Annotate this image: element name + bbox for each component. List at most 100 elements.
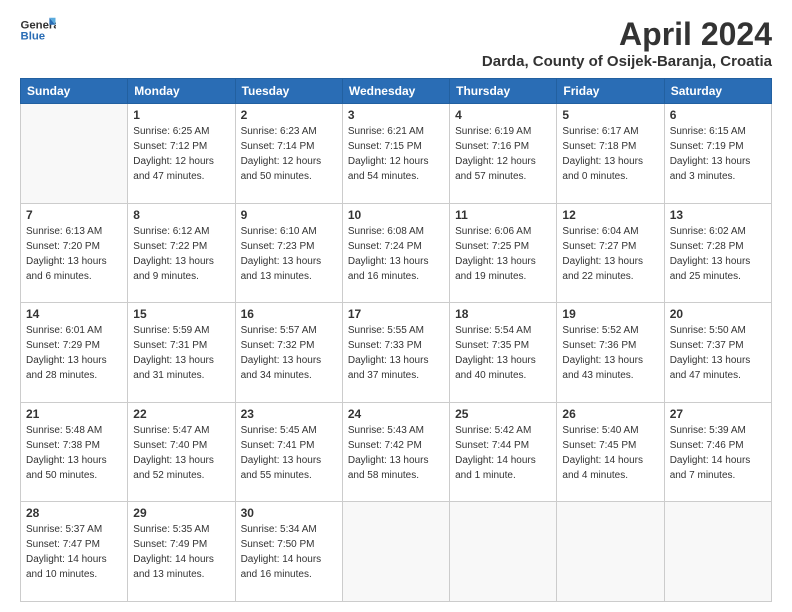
calendar-day	[342, 502, 449, 602]
day-number: 9	[241, 208, 337, 222]
calendar-day: 16Sunrise: 5:57 AMSunset: 7:32 PMDayligh…	[235, 303, 342, 403]
day-number: 25	[455, 407, 551, 421]
day-info: Sunrise: 5:35 AMSunset: 7:49 PMDaylight:…	[133, 522, 229, 582]
day-info: Sunrise: 5:43 AMSunset: 7:42 PMDaylight:…	[348, 423, 444, 483]
day-number: 22	[133, 407, 229, 421]
calendar-day: 25 Sunrise: 5:42 AMSunset: 7:44 PMDayligh…	[450, 402, 557, 502]
location: Darda, County of Osijek-Baranja, Croatia	[482, 53, 772, 70]
day-number: 1	[133, 108, 229, 122]
calendar-week: 28Sunrise: 5:37 AMSunset: 7:47 PMDayligh…	[21, 502, 772, 602]
calendar-day: 10 Sunrise: 6:08 AMSunset: 7:24 PMDayligh…	[342, 203, 449, 303]
weekday-header: Friday	[557, 79, 664, 104]
calendar: SundayMondayTuesdayWednesdayThursdayFrid…	[20, 78, 772, 602]
month-year: April 2024	[482, 16, 772, 53]
calendar-day	[557, 502, 664, 602]
day-info: Sunrise: 5:55 AMSunset: 7:33 PMDaylight:…	[348, 323, 444, 383]
calendar-day: 18 Sunrise: 5:54 AMSunset: 7:35 PMDayligh…	[450, 303, 557, 403]
day-number: 6	[670, 108, 766, 122]
calendar-day: 5 Sunrise: 6:17 AMSunset: 7:18 PMDaylight…	[557, 104, 664, 204]
calendar-day	[21, 104, 128, 204]
calendar-week: 1Sunrise: 6:25 AMSunset: 7:12 PMDaylight…	[21, 104, 772, 204]
day-number: 5	[562, 108, 658, 122]
day-number: 7	[26, 208, 122, 222]
day-number: 12	[562, 208, 658, 222]
calendar-day: 29 Sunrise: 5:35 AMSunset: 7:49 PMDayligh…	[128, 502, 235, 602]
calendar-day: 14 Sunrise: 6:01 AMSunset: 7:29 PMDayligh…	[21, 303, 128, 403]
day-number: 18	[455, 307, 551, 321]
calendar-day: 28Sunrise: 5:37 AMSunset: 7:47 PMDayligh…	[21, 502, 128, 602]
calendar-day: 7 Sunrise: 6:13 AMSunset: 7:20 PMDaylight…	[21, 203, 128, 303]
day-info: Sunrise: 5:48 AMSunset: 7:38 PMDaylight:…	[26, 423, 122, 483]
calendar-day: 11 Sunrise: 6:06 AMSunset: 7:25 PMDayligh…	[450, 203, 557, 303]
day-number: 26	[562, 407, 658, 421]
day-info: Sunrise: 6:21 AMSunset: 7:15 PMDaylight:…	[348, 124, 444, 184]
header: General Blue April 2024 Darda, County of…	[20, 16, 772, 70]
weekday-header: Wednesday	[342, 79, 449, 104]
weekday-header: Tuesday	[235, 79, 342, 104]
calendar-day: 17 Sunrise: 5:55 AMSunset: 7:33 PMDayligh…	[342, 303, 449, 403]
calendar-day: 12 Sunrise: 6:04 AMSunset: 7:27 PMDayligh…	[557, 203, 664, 303]
calendar-week: 14 Sunrise: 6:01 AMSunset: 7:29 PMDayligh…	[21, 303, 772, 403]
weekday-header: Monday	[128, 79, 235, 104]
weekday-header: Saturday	[664, 79, 771, 104]
day-info: Sunrise: 6:04 AMSunset: 7:27 PMDaylight:…	[562, 224, 658, 284]
day-info: Sunrise: 6:23 AMSunset: 7:14 PMDaylight:…	[241, 124, 337, 184]
day-info: Sunrise: 5:52 AMSunset: 7:36 PMDaylight:…	[562, 323, 658, 383]
day-number: 4	[455, 108, 551, 122]
day-number: 8	[133, 208, 229, 222]
weekday-header: Sunday	[21, 79, 128, 104]
calendar-day: 6 Sunrise: 6:15 AMSunset: 7:19 PMDaylight…	[664, 104, 771, 204]
calendar-day: 9Sunrise: 6:10 AMSunset: 7:23 PMDaylight…	[235, 203, 342, 303]
day-number: 30	[241, 506, 337, 520]
logo-icon: General Blue	[20, 16, 56, 44]
calendar-day	[450, 502, 557, 602]
day-number: 23	[241, 407, 337, 421]
day-number: 11	[455, 208, 551, 222]
calendar-day: 26 Sunrise: 5:40 AMSunset: 7:45 PMDayligh…	[557, 402, 664, 502]
calendar-day: 22 Sunrise: 5:47 AMSunset: 7:40 PMDayligh…	[128, 402, 235, 502]
calendar-day: 3Sunrise: 6:21 AMSunset: 7:15 PMDaylight…	[342, 104, 449, 204]
day-info: Sunrise: 6:06 AMSunset: 7:25 PMDaylight:…	[455, 224, 551, 284]
day-number: 28	[26, 506, 122, 520]
day-number: 27	[670, 407, 766, 421]
day-number: 29	[133, 506, 229, 520]
day-number: 19	[562, 307, 658, 321]
day-info: Sunrise: 5:54 AMSunset: 7:35 PMDaylight:…	[455, 323, 551, 383]
day-info: Sunrise: 6:12 AMSunset: 7:22 PMDaylight:…	[133, 224, 229, 284]
calendar-day: 21 Sunrise: 5:48 AMSunset: 7:38 PMDayligh…	[21, 402, 128, 502]
svg-text:Blue: Blue	[21, 31, 46, 43]
logo: General Blue	[20, 16, 56, 44]
day-number: 16	[241, 307, 337, 321]
day-number: 2	[241, 108, 337, 122]
day-info: Sunrise: 6:19 AMSunset: 7:16 PMDaylight:…	[455, 124, 551, 184]
calendar-day: 27 Sunrise: 5:39 AMSunset: 7:46 PMDayligh…	[664, 402, 771, 502]
calendar-day: 20Sunrise: 5:50 AMSunset: 7:37 PMDayligh…	[664, 303, 771, 403]
calendar-day: 4 Sunrise: 6:19 AMSunset: 7:16 PMDaylight…	[450, 104, 557, 204]
day-info: Sunrise: 6:13 AMSunset: 7:20 PMDaylight:…	[26, 224, 122, 284]
day-info: Sunrise: 5:40 AMSunset: 7:45 PMDaylight:…	[562, 423, 658, 483]
day-info: Sunrise: 6:02 AMSunset: 7:28 PMDaylight:…	[670, 224, 766, 284]
calendar-week: 21 Sunrise: 5:48 AMSunset: 7:38 PMDayligh…	[21, 402, 772, 502]
day-number: 10	[348, 208, 444, 222]
day-number: 13	[670, 208, 766, 222]
day-info: Sunrise: 6:15 AMSunset: 7:19 PMDaylight:…	[670, 124, 766, 184]
day-info: Sunrise: 5:42 AMSunset: 7:44 PMDaylight:…	[455, 423, 551, 483]
weekday-header: Thursday	[450, 79, 557, 104]
day-number: 15	[133, 307, 229, 321]
page: General Blue April 2024 Darda, County of…	[0, 0, 792, 612]
day-info: Sunrise: 5:39 AMSunset: 7:46 PMDaylight:…	[670, 423, 766, 483]
day-info: Sunrise: 6:08 AMSunset: 7:24 PMDaylight:…	[348, 224, 444, 284]
calendar-day: 2 Sunrise: 6:23 AMSunset: 7:14 PMDaylight…	[235, 104, 342, 204]
day-info: Sunrise: 5:47 AMSunset: 7:40 PMDaylight:…	[133, 423, 229, 483]
day-info: Sunrise: 5:50 AMSunset: 7:37 PMDaylight:…	[670, 323, 766, 383]
calendar-day: 19 Sunrise: 5:52 AMSunset: 7:36 PMDayligh…	[557, 303, 664, 403]
day-number: 14	[26, 307, 122, 321]
day-info: Sunrise: 5:59 AMSunset: 7:31 PMDaylight:…	[133, 323, 229, 383]
day-info: Sunrise: 6:01 AMSunset: 7:29 PMDaylight:…	[26, 323, 122, 383]
calendar-day: 15 Sunrise: 5:59 AMSunset: 7:31 PMDayligh…	[128, 303, 235, 403]
day-number: 21	[26, 407, 122, 421]
calendar-day: 23Sunrise: 5:45 AMSunset: 7:41 PMDayligh…	[235, 402, 342, 502]
calendar-day: 24Sunrise: 5:43 AMSunset: 7:42 PMDayligh…	[342, 402, 449, 502]
day-number: 17	[348, 307, 444, 321]
day-info: Sunrise: 6:17 AMSunset: 7:18 PMDaylight:…	[562, 124, 658, 184]
